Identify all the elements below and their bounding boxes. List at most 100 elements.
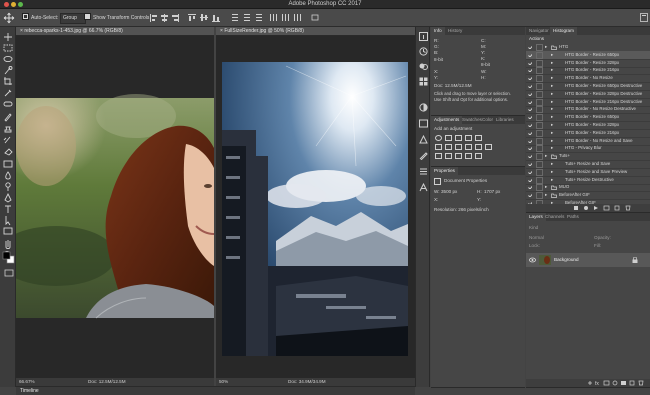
checkmark-icon[interactable] [528, 107, 532, 112]
disclosure-triangle-icon[interactable]: ▸ [551, 160, 553, 168]
doc-size[interactable]: Doc: 34.9M/34.9M [288, 378, 326, 386]
tab-histogram[interactable]: Histogram [550, 27, 577, 35]
curves-icon[interactable] [455, 135, 462, 141]
disclosure-triangle-icon[interactable]: ▸ [551, 176, 553, 184]
layer-row[interactable]: Background [526, 253, 650, 267]
brushes-panel-icon[interactable] [419, 151, 428, 160]
checkmark-icon[interactable] [528, 193, 532, 198]
link-layers-icon[interactable] [588, 381, 592, 385]
group-icon[interactable] [621, 381, 626, 385]
delete-layer-icon[interactable] [638, 380, 644, 386]
document-tab-2[interactable]: × FullSizeRender.jpg @ 50% (RGB/8) [216, 27, 415, 36]
fx-icon[interactable]: fx [595, 381, 599, 386]
tab-adjustments[interactable]: Adjustments [431, 116, 463, 124]
invert-icon[interactable] [435, 153, 442, 159]
record-icon[interactable] [584, 206, 588, 210]
checkmark-icon[interactable] [528, 154, 532, 159]
layer-kind-filter[interactable]: Kind [529, 225, 538, 230]
layers-controls[interactable]: fx [586, 380, 648, 386]
document-canvas-1[interactable] [16, 36, 214, 378]
show-transform-checkbox[interactable]: Show Transform Controls [84, 13, 149, 22]
gradient-map-icon[interactable] [465, 153, 472, 159]
disclosure-triangle-icon[interactable]: ▸ [551, 129, 553, 137]
play-icon[interactable] [594, 206, 598, 210]
new-action-icon[interactable] [614, 205, 620, 211]
disclosure-triangle-icon[interactable]: ▸ [551, 66, 553, 74]
tab-properties[interactable]: Properties [431, 167, 458, 175]
exposure-icon[interactable] [465, 135, 472, 141]
checkmark-icon[interactable] [528, 162, 532, 166]
color-panel-icon[interactable] [419, 62, 428, 71]
auto-select-dropdown[interactable]: Group [60, 13, 86, 24]
channel-mixer-icon[interactable] [475, 144, 482, 150]
hue-saturation-icon[interactable] [435, 144, 442, 150]
checkmark-icon[interactable] [528, 100, 532, 104]
disclosure-triangle-icon[interactable]: ▸ [551, 90, 553, 98]
layer-name[interactable]: Background [554, 257, 579, 262]
checkmark-icon[interactable] [528, 61, 532, 65]
checkmark-icon[interactable] [528, 45, 532, 49]
disclosure-triangle-icon[interactable]: ▸ [551, 105, 553, 113]
workspace-icon[interactable] [640, 13, 648, 22]
adjustments-panel-icon[interactable] [419, 103, 428, 112]
tab-libraries[interactable]: Libraries [493, 116, 517, 124]
libraries-panel-icon[interactable] [419, 119, 428, 128]
checkmark-icon[interactable] [528, 115, 532, 120]
disclosure-triangle-icon[interactable]: ▸ [551, 168, 553, 176]
properties-w-value[interactable]: 3500 px [441, 189, 457, 194]
checkmark-icon[interactable] [528, 53, 532, 57]
info-panel-icon[interactable] [419, 32, 428, 41]
checkmark-icon[interactable] [528, 170, 532, 174]
disclosure-triangle-icon[interactable]: ▸ [551, 59, 553, 67]
color-swatches[interactable] [2, 250, 16, 280]
tool-icons[interactable] [0, 30, 16, 270]
auto-select-checkbox[interactable]: Auto-Select: [22, 13, 58, 22]
zoom-level[interactable]: 50% [219, 378, 228, 386]
document-canvas-2[interactable] [216, 36, 415, 378]
swatches-panel-icon[interactable] [419, 77, 428, 86]
disclosure-triangle-icon[interactable]: ▸ [545, 152, 547, 160]
tab-paths[interactable]: Paths [564, 213, 582, 221]
checkmark-icon[interactable] [528, 123, 532, 127]
delete-action-icon[interactable] [625, 205, 631, 211]
checkmark-icon[interactable] [528, 139, 532, 143]
zoom-level[interactable]: 66.67% [19, 378, 35, 386]
properties-h-value[interactable]: 1707 px [484, 189, 500, 194]
selective-color-icon[interactable] [475, 153, 482, 159]
actions-controls[interactable] [572, 205, 648, 211]
properties-panel-icon[interactable] [419, 167, 428, 176]
photo-filter-icon[interactable] [465, 144, 472, 150]
checkmark-icon[interactable] [528, 178, 532, 182]
color-balance-icon[interactable] [445, 144, 452, 150]
styles-panel-icon[interactable] [419, 135, 428, 144]
eye-icon[interactable] [529, 257, 536, 263]
disclosure-triangle-icon[interactable]: ▸ [545, 191, 547, 199]
disclosure-triangle-icon[interactable]: ▸ [551, 51, 553, 59]
layer-mask-icon[interactable] [603, 380, 610, 386]
history-panel-icon[interactable] [419, 47, 428, 56]
tab-navigator[interactable]: Navigator [526, 27, 552, 35]
disclosure-triangle-icon[interactable]: ▸ [551, 98, 553, 106]
document-tab-1[interactable]: × rebecca-sparks-1-453.jpg @ 66.7% (RGB/… [16, 27, 214, 36]
checkmark-icon[interactable] [528, 76, 532, 81]
disclosure-triangle-icon[interactable]: ▸ [551, 82, 553, 90]
checkmark-icon[interactable] [528, 84, 532, 88]
move-tool-preset-icon[interactable] [3, 12, 15, 24]
timeline-panel[interactable]: Timeline [16, 386, 415, 395]
checkmark-icon[interactable] [528, 146, 532, 151]
disclosure-triangle-icon[interactable]: ▸ [551, 74, 553, 82]
checkmark-icon[interactable] [528, 185, 532, 190]
character-panel-icon[interactable] [419, 183, 428, 192]
disclosure-triangle-icon[interactable]: ▸ [551, 113, 553, 121]
doc-size[interactable]: Doc: 12.5M/12.5M [88, 378, 126, 386]
align-distribute-icons[interactable] [150, 14, 350, 22]
brightness-icon[interactable] [435, 135, 442, 141]
quick-mask-icon[interactable] [4, 269, 14, 277]
threshold-icon[interactable] [455, 153, 462, 159]
black-white-icon[interactable] [455, 144, 462, 150]
disclosure-triangle-icon[interactable]: ▸ [551, 137, 553, 145]
blend-mode-dropdown[interactable]: Normal [529, 235, 544, 240]
tab-info[interactable]: Info [431, 27, 445, 35]
vibrance-icon[interactable] [475, 135, 482, 141]
tab-history[interactable]: History [445, 27, 465, 35]
